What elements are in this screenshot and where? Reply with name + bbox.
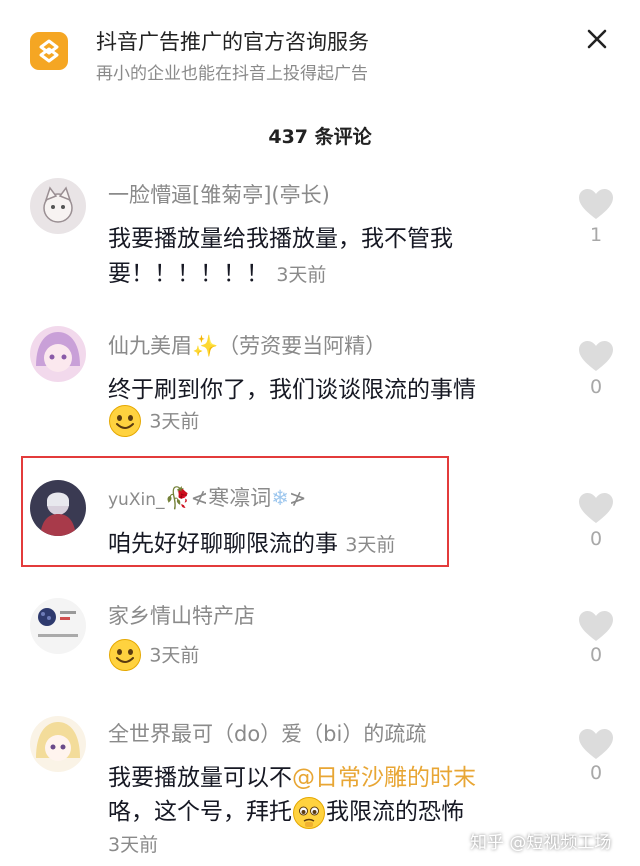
like-count: 0 [589, 376, 603, 398]
comment-time: 3天前 [108, 834, 159, 856]
comment-time: 3天前 [345, 534, 396, 556]
comment-text-line: 我要播放量可以不@日常沙雕的时末 [108, 758, 476, 792]
username-suffix: （劳资要当阿精） [218, 334, 387, 358]
avatar[interactable] [30, 716, 86, 772]
avatar[interactable] [30, 178, 86, 234]
comment-meta: 3天前 [108, 404, 199, 438]
avatar[interactable] [30, 480, 86, 536]
heart-icon[interactable] [578, 728, 614, 760]
heart-icon[interactable] [578, 188, 614, 220]
ad-banner[interactable]: 抖音广告推广的官方咨询服务 再小的企业也能在抖音上投得起广告 [0, 0, 640, 92]
avatar[interactable] [30, 326, 86, 382]
comment-username[interactable]: 全世界最可（do）爱（bi）的疏疏 [108, 718, 426, 748]
rose-icon: 🥀 [164, 486, 191, 510]
snowflake-icon: ❄ [271, 486, 289, 510]
comment-time: 3天前 [149, 644, 200, 667]
like-count: 0 [589, 528, 603, 550]
like-count: 1 [589, 224, 603, 246]
username-prefix: yuXin_ [108, 490, 165, 510]
comment-count: 437 条评论 [268, 126, 372, 148]
mention-link[interactable]: @日常沙雕的时末 [292, 765, 476, 791]
heart-icon[interactable] [578, 492, 614, 524]
smile-emoji-icon [108, 404, 142, 438]
watermark: 知乎 @短视频工场 [470, 833, 612, 853]
sparkle-icon: ✨ [192, 334, 219, 358]
comment-text-part: 要！！！！！！ [108, 261, 269, 287]
comment-username[interactable]: yuXin_🥀≮寒凛词❄≯ [108, 482, 306, 512]
comment-text-line2: 咯，这个号，拜托 我限流的恐怖 [108, 792, 464, 830]
comment-text: 终于刷到你了，我们谈谈限流的事情 [108, 377, 476, 403]
like-count: 0 [589, 762, 603, 784]
smile-emoji-icon [108, 638, 142, 672]
comment-time: 3天前 [276, 264, 327, 286]
comment-username[interactable]: 仙九美眉✨（劳资要当阿精） [108, 330, 386, 360]
username-suffix: ≯ [288, 486, 307, 510]
ad-title: 抖音广告推广的官方咨询服务 [96, 30, 369, 54]
heart-icon[interactable] [578, 610, 614, 642]
avatar[interactable] [30, 598, 86, 654]
comment-text-part: 我限流的恐怖 [326, 799, 464, 825]
comment-time: 3天前 [149, 410, 200, 433]
comment-text: 咱先好好聊聊限流的事 [108, 531, 338, 557]
comment-text: 我要播放量可以不 [108, 765, 292, 791]
like-count: 0 [589, 644, 603, 666]
douyin-ads-logo-icon [30, 32, 68, 70]
comment-text-part: 咯，这个号，拜托 [108, 799, 292, 825]
close-icon[interactable] [582, 24, 612, 54]
username-text: 仙九美眉 [108, 334, 192, 358]
comment-text-line2: 要！！！！！！ 3天前 [108, 254, 326, 288]
heart-icon[interactable] [578, 340, 614, 372]
ad-subtitle: 再小的企业也能在抖音上投得起广告 [96, 64, 368, 84]
comment-meta: 3天前 [108, 638, 199, 672]
pleading-emoji-icon [292, 796, 326, 830]
comment-username[interactable]: 家乡情山特产店 [108, 600, 255, 630]
username-text: ≮寒凛词 [190, 486, 272, 510]
comment-text-line: 咱先好好聊聊限流的事 3天前 [108, 524, 395, 558]
comment-text: 我要播放量给我播放量，我不管我 [108, 226, 453, 252]
comment-username[interactable]: 一脸懵逼[雏菊亭](亭长) [108, 179, 330, 209]
comment-meta: 3天前 [108, 830, 158, 857]
